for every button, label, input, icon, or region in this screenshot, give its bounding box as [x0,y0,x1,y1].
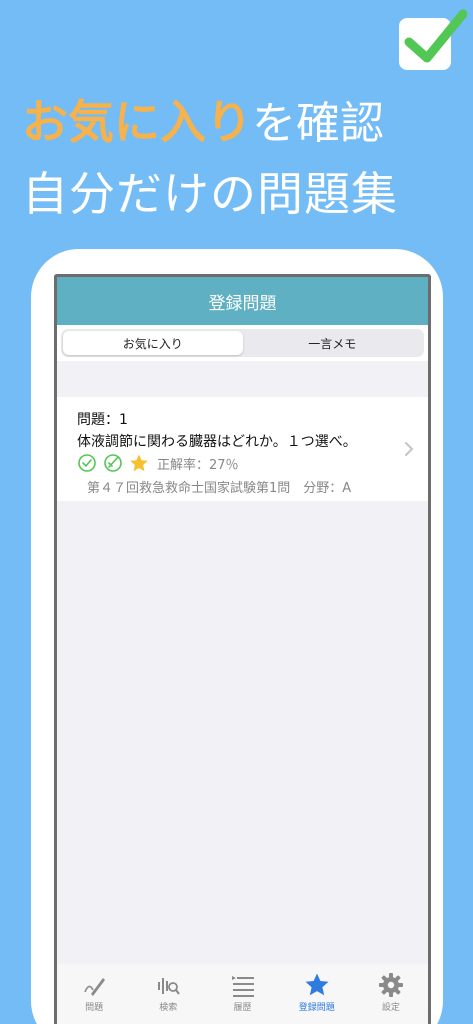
pencil-icon [84,978,106,996]
app-screen: 登録問題 お気に入り 一言メモ 問題：1 体液調節に関わる臓器はどれか。１つ選べ… [54,274,431,1024]
memo-edit-icon [104,454,122,472]
tab-settings[interactable]: 設定 [354,964,428,1024]
promo-headline: お気に入りを確認 [22,86,473,152]
question-text: 体液調節に関わる臓器はどれか。１つ選べ。 [77,434,357,450]
segment-favorites[interactable]: お気に入り [63,331,243,355]
question-list-item[interactable]: 問題：1 体液調節に関わる臓器はどれか。１つ選べ。 正解率：27％ 第４７回救急… [57,397,428,501]
check-circle-icon [78,454,96,472]
tab-label: 問題 [85,1003,104,1013]
checkbox-badge [399,9,467,70]
navigation-bar: 登録問題 [57,277,428,325]
tab-registered[interactable]: 登録問題 [280,964,354,1024]
headline-rest: を確認 [252,98,384,149]
star-icon [305,973,329,996]
gear-icon [378,973,403,997]
star-icon[interactable] [129,453,149,473]
chevron-right-icon [405,442,414,456]
tab-label: 登録問題 [298,1003,335,1013]
segment-memo[interactable]: 一言メモ [243,331,423,355]
question-status-row: 正解率：27％ [77,453,239,473]
tab-search[interactable]: 検索 [131,964,205,1024]
promo-screen: お気に入りを確認 自分だけの問題集 登録問題 お気に入り 一言メモ 問題：1 体… [0,0,473,1024]
nav-title: 登録問題 [208,293,277,314]
question-number: 問題：1 [77,412,128,428]
correct-rate: 正解率：27％ [157,457,239,473]
search-icon [158,978,181,995]
tab-label: 履歴 [233,1003,252,1013]
tab-questions[interactable]: 問題 [57,964,131,1024]
question-source: 第４７回救急救命士国家試験第1問 分野：A [87,481,352,496]
tab-label: 設定 [381,1003,400,1013]
tab-bar: 問題 検索 履歴 登録問題 設定 [57,964,428,1024]
tab-history[interactable]: 履歴 [205,964,279,1024]
headline-accent: お気に入り [22,95,252,149]
promo-subheadline: 自分だけの問題集 [22,167,398,221]
list-icon [231,976,254,997]
segmented-control: お気に入り 一言メモ [57,325,428,361]
tab-label: 検索 [159,1003,178,1013]
checkmark-icon [404,9,467,63]
